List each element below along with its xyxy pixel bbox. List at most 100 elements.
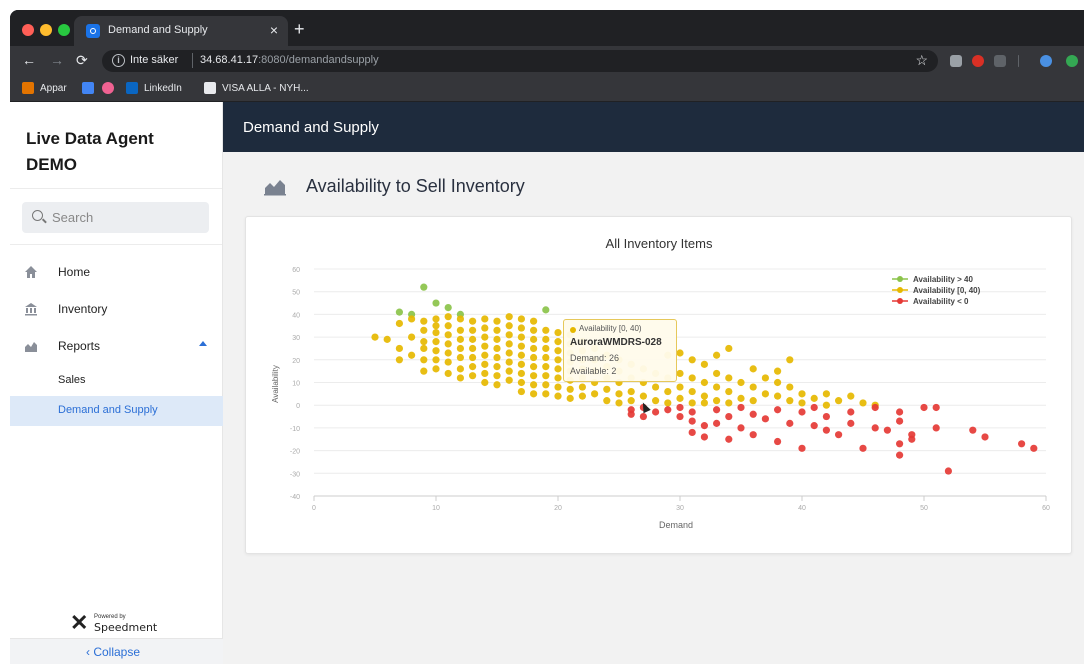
data-point	[420, 283, 428, 291]
data-point	[908, 435, 916, 443]
data-point	[688, 417, 696, 425]
tooltip-item: AuroraWMDRS-028	[570, 337, 662, 348]
data-point	[676, 412, 684, 421]
address-bar[interactable]: i Inte säker 34.68.41.17:8080/demandands…	[102, 50, 938, 72]
extension-icon[interactable]	[1066, 55, 1078, 67]
data-point	[871, 403, 879, 412]
sidebar-item-label: Home	[58, 265, 91, 279]
tab-close-icon[interactable]: ×	[270, 22, 278, 38]
bookmark-apps[interactable]: Appar	[40, 83, 67, 94]
sidebar-item-sales[interactable]: Sales	[10, 366, 223, 396]
close-window-icon[interactable]	[22, 24, 34, 36]
sidebar: Live Data Agent DEMO Search Home Invento…	[10, 102, 223, 664]
data-point	[627, 397, 635, 405]
data-point	[810, 403, 818, 412]
data-point	[542, 306, 550, 314]
page-title: Availability to Sell Inventory	[306, 176, 525, 196]
data-point	[798, 444, 806, 452]
minimize-window-icon[interactable]	[40, 24, 52, 36]
data-point	[383, 335, 391, 343]
bookmark-icon[interactable]	[102, 82, 114, 94]
news-icon[interactable]	[204, 82, 216, 94]
data-point	[737, 403, 745, 412]
data-point	[554, 383, 562, 391]
apps-grid-icon[interactable]	[22, 82, 34, 94]
x-tick-label: 10	[432, 505, 440, 512]
data-point	[786, 383, 794, 391]
data-point	[700, 422, 708, 430]
tooltip-series: Availability [0, 40)	[579, 324, 642, 333]
extension-icon[interactable]	[972, 55, 984, 67]
data-point	[774, 392, 782, 400]
data-point	[737, 378, 745, 387]
maximize-window-icon[interactable]	[58, 24, 70, 36]
x-tick-label: 20	[554, 505, 562, 512]
browser-tab[interactable]: Demand and Supply ×	[74, 16, 288, 46]
y-tick-label: 30	[292, 335, 300, 342]
data-point	[676, 403, 684, 412]
sidebar-item-demand-and-supply[interactable]: Demand and Supply	[10, 396, 223, 426]
data-point	[469, 372, 477, 380]
data-point	[896, 408, 904, 416]
y-tick-label: -30	[290, 471, 300, 478]
linkedin-icon[interactable]	[126, 82, 138, 94]
data-point	[542, 372, 550, 380]
data-point	[493, 317, 501, 325]
x-tick-label: 40	[798, 505, 806, 512]
collapse-button[interactable]: ‹ Collapse	[10, 638, 223, 664]
data-point	[774, 437, 782, 446]
sidebar-item-inventory[interactable]: Inventory	[10, 293, 223, 327]
data-point	[481, 378, 489, 387]
extension-icon[interactable]	[994, 55, 1006, 67]
docs-icon[interactable]	[82, 82, 94, 94]
brand-title: Live Data Agent DEMO	[26, 129, 154, 174]
chevron-up-icon[interactable]	[199, 341, 207, 346]
bookmark-star-icon[interactable]: ☆	[915, 52, 928, 69]
new-tab-button[interactable]: +	[294, 20, 305, 38]
data-point	[530, 326, 538, 334]
data-point	[456, 344, 464, 353]
data-point	[896, 417, 904, 425]
reload-icon[interactable]: ⟳	[76, 52, 88, 68]
data-point	[493, 353, 501, 362]
app-root: Live Data Agent DEMO Search Home Invento…	[10, 102, 1084, 664]
sidebar-item-home[interactable]: Home	[10, 256, 223, 290]
data-point	[456, 353, 464, 362]
data-point	[578, 383, 586, 391]
data-point	[481, 315, 489, 323]
profile-icon[interactable]	[1040, 55, 1052, 67]
bookmark-linkedin[interactable]: LinkedIn	[144, 83, 182, 94]
sidebar-item-reports[interactable]: Reports	[10, 330, 223, 364]
data-point	[517, 324, 525, 332]
data-point	[920, 403, 928, 412]
data-point	[493, 363, 501, 371]
search-icon	[32, 210, 43, 221]
data-point	[786, 397, 794, 405]
data-point	[395, 319, 403, 328]
data-point	[505, 322, 513, 330]
data-point	[774, 367, 782, 375]
url-text[interactable]: 34.68.41.17:8080/demandandsupply	[200, 54, 379, 66]
data-point	[774, 378, 782, 387]
data-point	[420, 317, 428, 325]
divider	[10, 188, 222, 189]
data-point	[713, 397, 721, 405]
bookmark-news[interactable]: VISA ALLA - NYH...	[222, 83, 309, 94]
y-tick-label: -40	[290, 494, 300, 501]
info-icon[interactable]: i	[112, 54, 125, 67]
toolbar-divider	[1018, 55, 1019, 67]
data-point	[639, 412, 647, 421]
forward-arrow-icon[interactable]: →	[50, 52, 64, 68]
data-point	[542, 381, 550, 389]
header-title: Demand and Supply	[243, 119, 379, 136]
data-point	[822, 390, 831, 398]
data-point	[444, 313, 452, 321]
data-point	[737, 394, 745, 402]
search-input[interactable]: Search	[22, 202, 209, 233]
data-point	[542, 335, 550, 343]
back-arrow-icon[interactable]: ←	[22, 52, 36, 68]
data-point	[469, 335, 477, 343]
data-point	[456, 315, 464, 323]
extension-icon[interactable]	[950, 55, 962, 67]
data-point	[554, 365, 562, 373]
